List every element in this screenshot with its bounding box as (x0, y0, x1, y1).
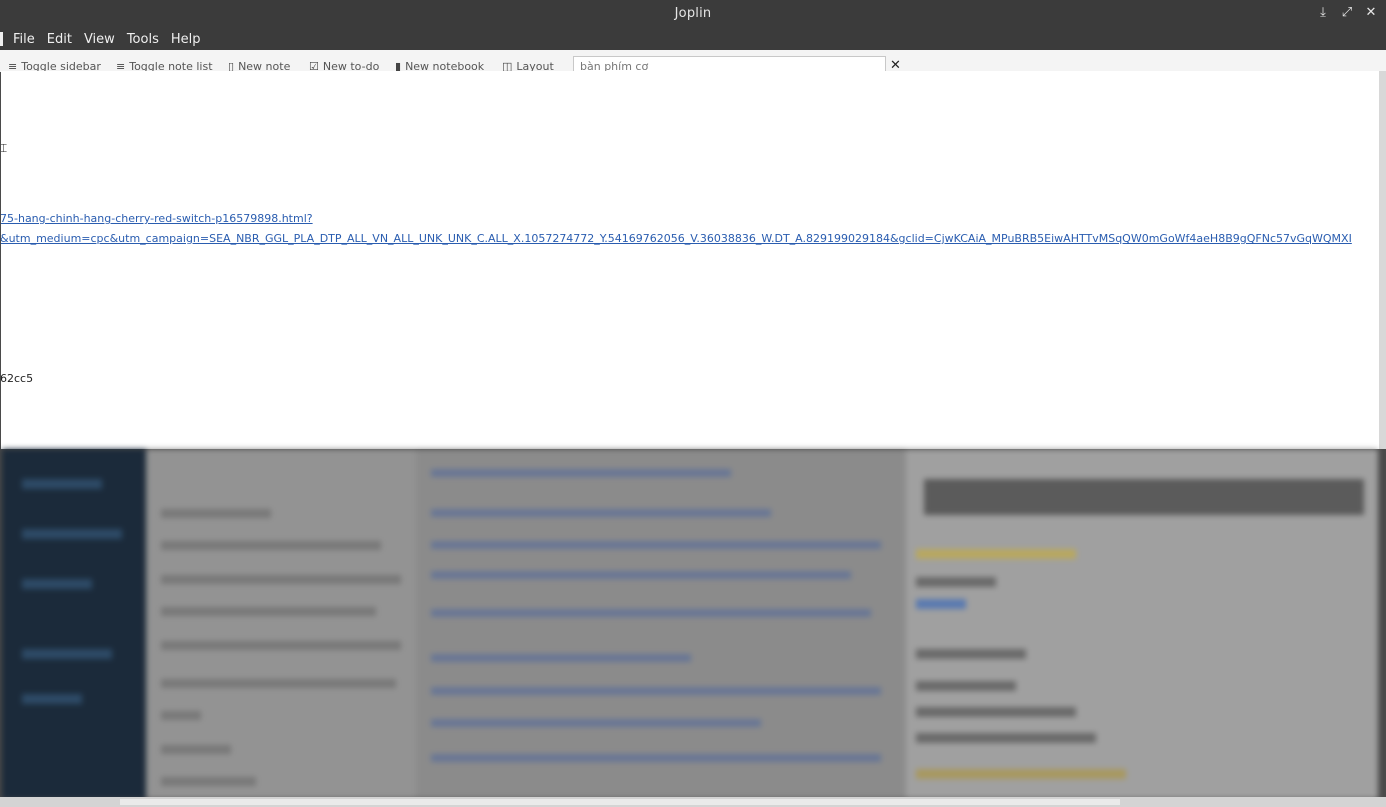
bg-code-line (431, 609, 871, 617)
blurred-background-app (2, 449, 1378, 799)
note-link-line-2[interactable]: &utm_medium=cpc&utm_campaign=SEA_NBR_GGL… (1, 232, 1352, 245)
background-editor (416, 449, 906, 799)
bg-viewer-line (916, 549, 1076, 559)
bg-list-line (161, 777, 256, 786)
note-text-fragment: 62cc5 (1, 372, 34, 385)
app-window: Joplin ⤓ ⤢ ✕ File Edit View Tools Help ≡… (0, 0, 1386, 807)
bg-code-line (431, 687, 881, 695)
bg-code-line (431, 719, 761, 727)
clear-search-icon[interactable]: ✕ (890, 58, 901, 72)
maximize-icon[interactable]: ⤢ (1340, 5, 1354, 21)
bg-sidebar-bar (22, 529, 122, 539)
toolbar: ≡ Toggle sidebar ≡ Toggle note list ▯ Ne… (0, 50, 1386, 72)
window-title: Joplin (674, 6, 712, 21)
bg-code-line (431, 654, 691, 662)
horizontal-scrollbar[interactable] (0, 797, 1386, 807)
menu-edit[interactable]: Edit (41, 32, 78, 47)
note-link-line-1[interactable]: 75-hang-chinh-hang-cherry-red-switch-p16… (1, 212, 313, 225)
bg-list-line (161, 509, 271, 518)
bg-code-line (431, 541, 881, 549)
bg-list-line (161, 745, 231, 754)
bg-viewer-line (916, 733, 1096, 743)
title-bar[interactable]: Joplin ⤓ ⤢ ✕ (0, 0, 1386, 28)
bg-code-line (431, 754, 881, 762)
bg-sidebar-bar (22, 649, 112, 659)
search-input[interactable] (573, 56, 886, 72)
menu-bar: File Edit View Tools Help (0, 28, 1386, 50)
menu-tools[interactable]: Tools (121, 32, 165, 47)
menubar-edge (0, 32, 3, 46)
menu-file[interactable]: File (7, 32, 41, 47)
bg-list-line (161, 541, 381, 550)
vertical-scrollbar[interactable] (1379, 71, 1386, 449)
bg-viewer-line (916, 649, 1026, 659)
bg-list-line (161, 607, 376, 616)
bg-viewer-line (916, 681, 1016, 691)
bg-code-line (431, 469, 731, 477)
bg-viewer-heading (924, 479, 1364, 515)
menu-view[interactable]: View (78, 32, 121, 47)
bg-sidebar-bar (22, 694, 82, 704)
bg-list-line (161, 575, 401, 584)
background-note-list (146, 449, 416, 799)
text-cursor-icon: ⌶ (1, 141, 8, 155)
minimize-icon[interactable]: ⤓ (1316, 5, 1330, 21)
background-sidebar (2, 449, 146, 799)
close-icon[interactable]: ✕ (1364, 5, 1378, 21)
bg-list-line (161, 711, 201, 720)
bg-viewer-line (916, 707, 1076, 717)
note-viewer: ⌶ 75-hang-chinh-hang-cherry-red-switch-p… (1, 71, 1379, 449)
background-viewer (906, 449, 1378, 799)
bg-list-line (161, 679, 396, 688)
bg-viewer-line (916, 599, 966, 609)
bg-viewer-line (916, 577, 996, 587)
bg-code-line (431, 509, 771, 517)
bg-list-line (161, 641, 401, 650)
bg-code-line (431, 571, 851, 579)
bg-viewer-line (916, 769, 1126, 779)
menu-help[interactable]: Help (165, 32, 207, 47)
horizontal-scrollbar-thumb[interactable] (120, 799, 1120, 805)
window-controls: ⤓ ⤢ ✕ (1316, 5, 1378, 21)
bg-sidebar-bar (22, 579, 92, 589)
bg-sidebar-bar (22, 479, 102, 489)
